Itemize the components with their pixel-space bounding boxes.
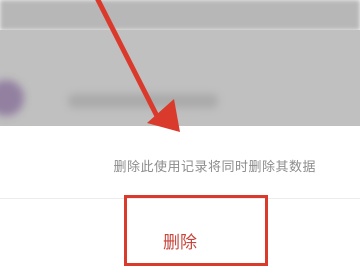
confirm-message: 删除此使用记录将同时删除其数据 (113, 160, 316, 175)
delete-button-label: 删除 (163, 233, 197, 253)
background-list (0, 0, 360, 126)
dim-overlay (0, 0, 360, 126)
screen: 删除此使用记录将同时删除其数据 删除 (0, 0, 360, 270)
